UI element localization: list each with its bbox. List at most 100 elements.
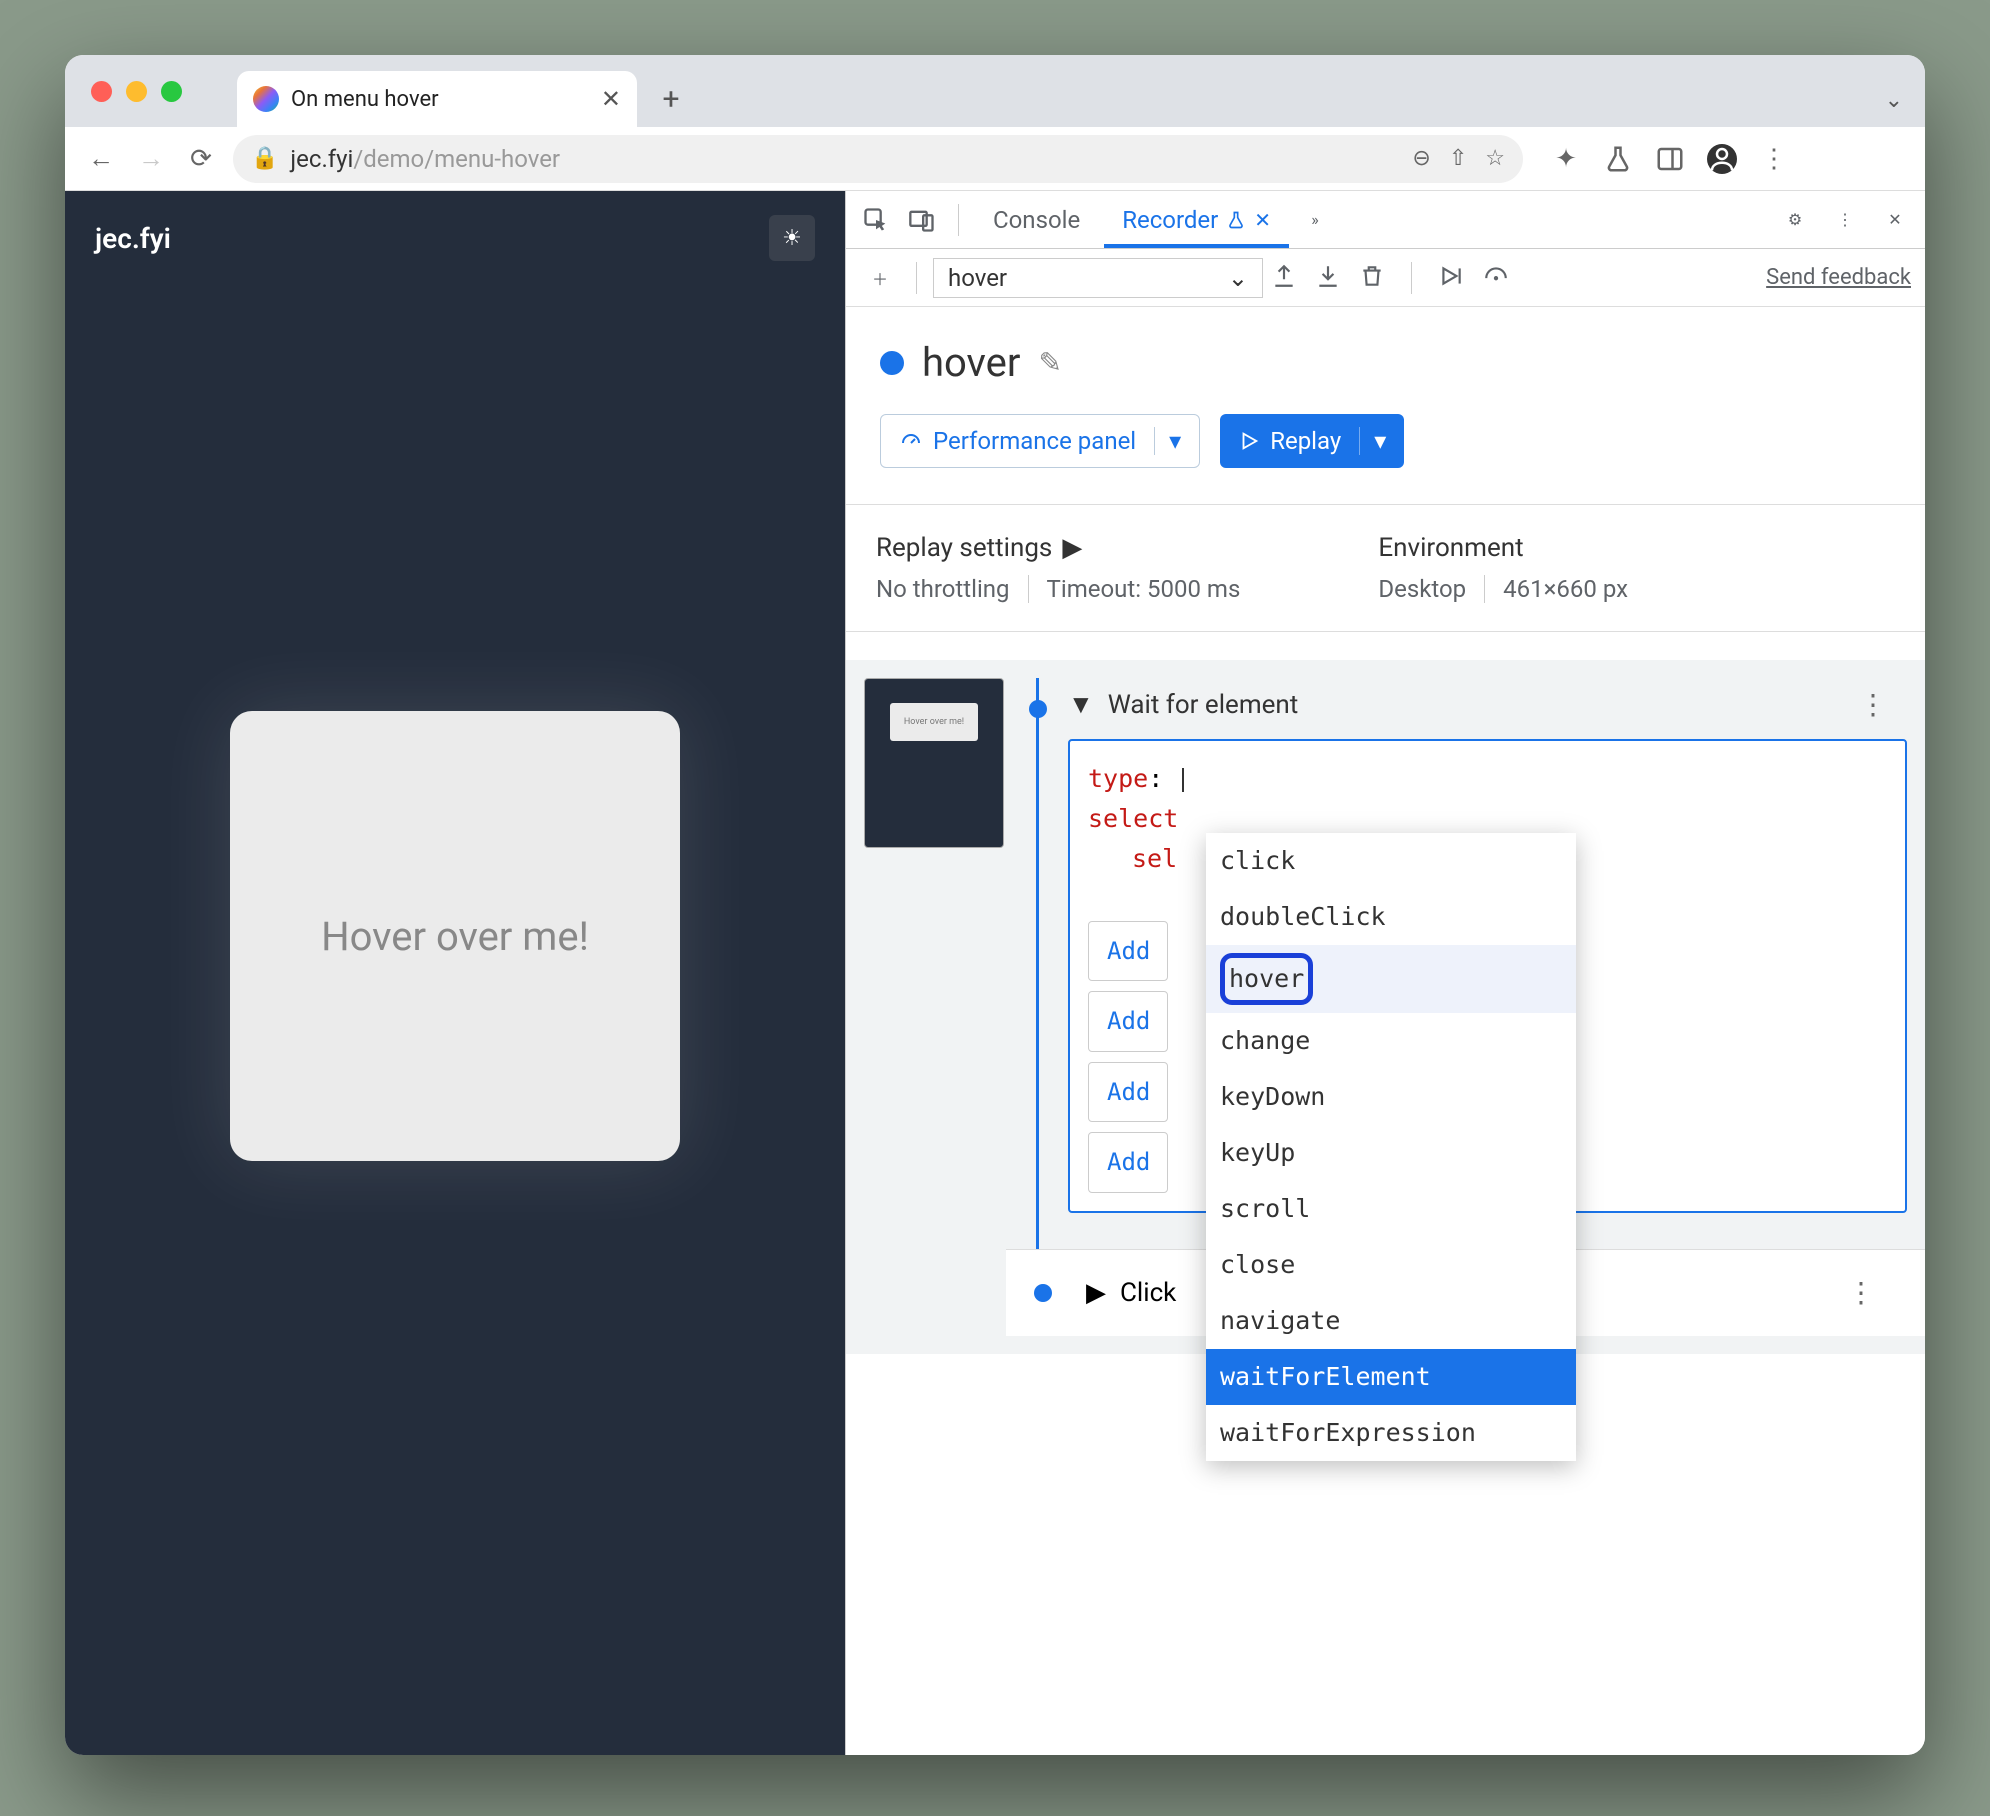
timeout-value: Timeout: 5000 ms (1047, 575, 1259, 603)
step-click-title: Click (1120, 1278, 1176, 1308)
step-title: Wait for element (1108, 690, 1299, 720)
step-editor[interactable]: type: select sel clickdoubleClickhoverch… (1068, 739, 1907, 1213)
autocomplete-item-scroll[interactable]: scroll (1206, 1181, 1576, 1237)
autocomplete-item-hover[interactable]: hover (1206, 945, 1576, 1013)
autocomplete-item-click[interactable]: click (1206, 833, 1576, 889)
send-feedback-link[interactable]: Send feedback (1766, 265, 1911, 290)
flask-icon (1226, 210, 1246, 230)
titlebar: On menu hover ✕ + ⌄ (65, 55, 1925, 127)
inspect-icon[interactable] (856, 200, 896, 240)
reload-button[interactable]: ⟳ (183, 141, 219, 177)
page-title: jec.fyi (95, 222, 171, 255)
step-menu-icon[interactable]: ⋮ (1859, 688, 1907, 721)
menu-icon[interactable]: ⋮ (1759, 144, 1789, 174)
step-menu-icon[interactable]: ⋮ (1847, 1276, 1895, 1309)
zoom-out-icon[interactable]: ⊖ (1412, 146, 1430, 171)
chevron-down-icon[interactable]: ▾ (1154, 427, 1181, 455)
edit-name-icon[interactable]: ✎ (1038, 346, 1061, 379)
new-recording-button[interactable]: ＋ (860, 258, 900, 298)
timeline-dot (1029, 700, 1047, 718)
rendered-page: jec.fyi ☀ Hover over me! (65, 191, 845, 1755)
settings-icon[interactable]: ⚙ (1775, 200, 1815, 240)
tab-recorder[interactable]: Recorder ✕ (1104, 191, 1289, 248)
step-over-icon[interactable] (1438, 263, 1464, 293)
add-button[interactable]: Add (1088, 1132, 1168, 1192)
performance-panel-label: Performance panel (933, 427, 1136, 455)
caret-right-icon: ▶ (1086, 1278, 1106, 1308)
tab-recorder-label: Recorder (1122, 206, 1218, 234)
step-wait-for-element-header[interactable]: ▼ Wait for element ⋮ (1068, 678, 1907, 731)
steps-area: ▼ Wait for element ⋮ type: select sel (846, 660, 1925, 1354)
text-cursor (1182, 768, 1184, 792)
autocomplete-item-keyDown[interactable]: keyDown (1206, 1069, 1576, 1125)
new-tab-button[interactable]: + (651, 79, 691, 119)
add-button[interactable]: Add (1088, 991, 1168, 1051)
recording-select[interactable]: hover ⌄ (933, 258, 1263, 298)
window-controls (91, 81, 182, 102)
tab-title: On menu hover (291, 87, 589, 112)
add-button[interactable]: Add (1088, 1062, 1168, 1122)
recorder-toolbar: ＋ hover ⌄ Send feedback (846, 249, 1925, 307)
side-panel-icon[interactable] (1655, 144, 1685, 174)
devtools-panel: Console Recorder ✕ » ⚙ ⋮ ✕ ＋ hover (845, 191, 1925, 1755)
recording-name: hover (922, 339, 1020, 386)
add-button[interactable]: Add (1088, 921, 1168, 981)
import-icon[interactable] (1315, 263, 1341, 293)
replay-settings-title[interactable]: Replay settings ▶ (876, 533, 1258, 563)
autocomplete-item-navigate[interactable]: navigate (1206, 1293, 1576, 1349)
minimize-window-icon[interactable] (126, 81, 147, 102)
device-value: Desktop (1378, 575, 1485, 603)
theme-toggle-button[interactable]: ☀ (769, 215, 815, 261)
autocomplete-item-waitForExpression[interactable]: waitForExpression (1206, 1405, 1576, 1461)
delete-icon[interactable] (1359, 263, 1385, 293)
back-button[interactable]: ← (83, 141, 119, 177)
autocomplete-item-doubleClick[interactable]: doubleClick (1206, 889, 1576, 945)
forward-button[interactable]: → (133, 141, 169, 177)
tab-close-icon[interactable]: ✕ (1254, 208, 1271, 232)
close-devtools-icon[interactable]: ✕ (1875, 200, 1915, 240)
maximize-window-icon[interactable] (161, 81, 182, 102)
timeline-line (1036, 678, 1039, 1336)
timeline-dot (1034, 1284, 1052, 1302)
omnibox[interactable]: 🔒 jec.fyi/demo/menu-hover ⊖ ⇧ ☆ (233, 135, 1523, 183)
throttling-value: No throttling (876, 575, 1029, 603)
device-toggle-icon[interactable] (902, 200, 942, 240)
autocomplete-item-change[interactable]: change (1206, 1013, 1576, 1069)
browser-tab[interactable]: On menu hover ✕ (237, 71, 637, 127)
hover-card-text: Hover over me! (321, 913, 589, 960)
labs-icon[interactable] (1603, 144, 1633, 174)
tab-close-icon[interactable]: ✕ (601, 85, 621, 113)
recording-select-value: hover (948, 264, 1007, 292)
bookmark-icon[interactable]: ☆ (1485, 146, 1505, 171)
autocomplete-dropdown[interactable]: clickdoubleClickhoverchangekeyDownkeyUps… (1206, 833, 1576, 1461)
chevron-down-icon[interactable]: ▾ (1359, 427, 1386, 455)
autocomplete-item-close[interactable]: close (1206, 1237, 1576, 1293)
profile-avatar[interactable] (1707, 144, 1737, 174)
environment-title: Environment (1378, 533, 1646, 563)
step-thumbnail (864, 678, 1004, 848)
export-icon[interactable] (1271, 263, 1297, 293)
replay-label: Replay (1270, 427, 1341, 455)
tab-console[interactable]: Console (975, 191, 1098, 248)
share-icon[interactable]: ⇧ (1449, 146, 1467, 171)
play-icon (1238, 430, 1260, 452)
gauge-icon (899, 429, 923, 453)
slow-replay-icon[interactable] (1482, 263, 1510, 293)
replay-button[interactable]: Replay ▾ (1220, 414, 1404, 468)
viewport-value: 461×660 px (1503, 575, 1646, 603)
tabs-overflow-icon[interactable]: ⌄ (1885, 88, 1903, 113)
performance-panel-button[interactable]: Performance panel ▾ (880, 414, 1200, 468)
code-key-type: type (1088, 764, 1148, 793)
autocomplete-item-waitForElement[interactable]: waitForElement (1206, 1349, 1576, 1405)
url-text: jec.fyi/demo/menu-hover (290, 145, 560, 173)
kebab-icon[interactable]: ⋮ (1825, 200, 1865, 240)
code-key-selectors: select (1088, 804, 1178, 833)
devtools-tabstrip: Console Recorder ✕ » ⚙ ⋮ ✕ (846, 191, 1925, 249)
close-window-icon[interactable] (91, 81, 112, 102)
extensions-icon[interactable]: ✦ (1551, 144, 1581, 174)
settings-block: Replay settings ▶ No throttling Timeout:… (846, 504, 1925, 632)
lock-icon: 🔒 (251, 146, 278, 171)
more-tabs-icon[interactable]: » (1295, 200, 1335, 240)
hover-card[interactable]: Hover over me! (230, 711, 680, 1161)
autocomplete-item-keyUp[interactable]: keyUp (1206, 1125, 1576, 1181)
